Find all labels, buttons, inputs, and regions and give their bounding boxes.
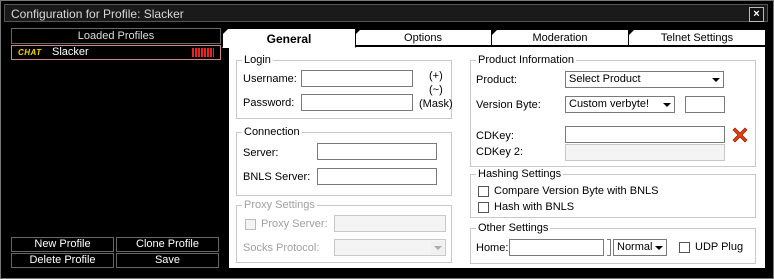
cdkey2-label: CDKey 2: xyxy=(476,146,524,158)
compare-version-byte-checkbox[interactable] xyxy=(478,186,489,197)
username-label: Username: xyxy=(243,73,297,85)
version-byte-label: Version Byte: xyxy=(476,99,541,111)
tab-telnet-settings[interactable]: Telnet Settings xyxy=(628,29,766,46)
tab-options[interactable]: Options xyxy=(354,29,492,46)
password-input[interactable] xyxy=(301,94,413,111)
username-plus-hint: (+) xyxy=(429,70,443,82)
profile-config-window: Configuration for Profile: Slacker × Loa… xyxy=(0,0,774,279)
version-byte-input[interactable] xyxy=(685,96,725,113)
tab-notch-icon xyxy=(491,29,498,36)
profile-name: Slacker xyxy=(52,46,89,58)
hashing-settings-group: Hashing Settings Compare Version Byte wi… xyxy=(470,168,756,218)
new-profile-button[interactable]: New Profile xyxy=(11,237,114,252)
password-label: Password: xyxy=(243,97,295,109)
signal-strength-icon xyxy=(192,48,214,57)
login-legend: Login xyxy=(242,54,273,66)
close-button[interactable]: × xyxy=(749,7,764,22)
udp-plug-checkbox[interactable] xyxy=(679,242,690,253)
profiles-header: Loaded Profiles xyxy=(11,28,221,44)
profile-list-item[interactable]: CHAT Slacker xyxy=(11,45,221,60)
clear-cdkey-icon[interactable] xyxy=(730,125,750,145)
proxy-server-label: Proxy Server: xyxy=(261,218,328,230)
tab-notch-icon xyxy=(628,29,635,36)
tab-telnet-settings-label: Telnet Settings xyxy=(660,32,734,44)
profiles-panel: Loaded Profiles CHAT Slacker New Profile… xyxy=(11,28,221,269)
product-information-group: Product Information Product: Select Prod… xyxy=(470,54,756,167)
username-input[interactable] xyxy=(301,70,413,87)
product-select[interactable]: Select Product xyxy=(565,71,724,88)
version-byte-select[interactable]: Custom verbyte! xyxy=(565,96,675,113)
other-settings-legend: Other Settings xyxy=(476,222,551,234)
save-button[interactable]: Save xyxy=(116,253,219,268)
compare-version-byte-label: Compare Version Byte with BNLS xyxy=(494,185,659,197)
product-label: Product: xyxy=(476,74,517,86)
chevron-down-icon xyxy=(660,98,673,111)
clone-profile-button[interactable]: Clone Profile xyxy=(116,237,219,252)
login-group: Login Username: Password: (+) (~) (Mask) xyxy=(236,54,453,119)
home-channel-input[interactable] xyxy=(509,239,604,256)
connection-group: Connection Server: BNLS Server: xyxy=(236,126,452,196)
server-input[interactable] xyxy=(317,143,437,160)
bnls-server-input[interactable] xyxy=(317,168,437,185)
hash-with-bnls-checkbox[interactable] xyxy=(478,202,489,213)
password-mask-toggle[interactable]: (Mask) xyxy=(419,98,453,111)
cdkey-input[interactable] xyxy=(565,126,725,143)
product-information-legend: Product Information xyxy=(476,54,576,66)
hashing-settings-legend: Hashing Settings xyxy=(476,168,564,180)
proxy-settings-group: Proxy Settings Proxy Server: Socks Proto… xyxy=(236,199,452,263)
priority-select[interactable]: Normal xyxy=(613,239,667,256)
socks-protocol-select[interactable] xyxy=(334,239,446,256)
chevron-down-icon xyxy=(709,73,722,86)
cdkey-label: CDKey: xyxy=(476,130,514,142)
version-byte-value: Custom verbyte! xyxy=(569,98,650,110)
proxy-server-input[interactable] xyxy=(334,215,446,232)
tab-moderation-label: Moderation xyxy=(532,32,588,44)
bnls-server-label: BNLS Server: xyxy=(243,171,311,183)
cdkey2-input[interactable] xyxy=(565,144,725,161)
chevron-down-icon xyxy=(431,241,444,254)
tab-notch-icon xyxy=(222,28,229,35)
tab-general-label: General xyxy=(266,32,312,46)
delete-profile-button[interactable]: Delete Profile xyxy=(11,253,114,268)
tab-general[interactable]: General xyxy=(222,28,356,48)
udp-plug-label: UDP Plug xyxy=(695,241,744,253)
server-label: Server: xyxy=(243,147,279,159)
proxy-server-checkbox[interactable] xyxy=(245,219,256,230)
window-title: Configuration for Profile: Slacker xyxy=(11,7,184,21)
tab-options-label: Options xyxy=(404,32,442,44)
proxy-settings-legend: Proxy Settings xyxy=(242,199,317,211)
username-tilde-hint: (~) xyxy=(429,84,443,96)
tab-moderation[interactable]: Moderation xyxy=(491,29,629,46)
priority-select-value: Normal xyxy=(617,241,653,253)
title-bar: Configuration for Profile: Slacker × xyxy=(4,4,768,22)
socks-protocol-label: Socks Protocol: xyxy=(243,242,320,254)
chat-badge-icon: CHAT xyxy=(18,48,42,57)
product-select-value: Select Product xyxy=(569,73,641,85)
home-label: Home: xyxy=(476,242,509,254)
home-channel-extra-input[interactable] xyxy=(607,239,611,256)
chevron-down-icon xyxy=(652,241,665,254)
hash-with-bnls-label: Hash with BNLS xyxy=(494,201,575,213)
other-settings-group: Other Settings Home: Normal UDP Plug xyxy=(470,222,756,264)
general-tab-content: Login Username: Password: (+) (~) (Mask)… xyxy=(228,46,766,269)
connection-legend: Connection xyxy=(242,126,302,138)
